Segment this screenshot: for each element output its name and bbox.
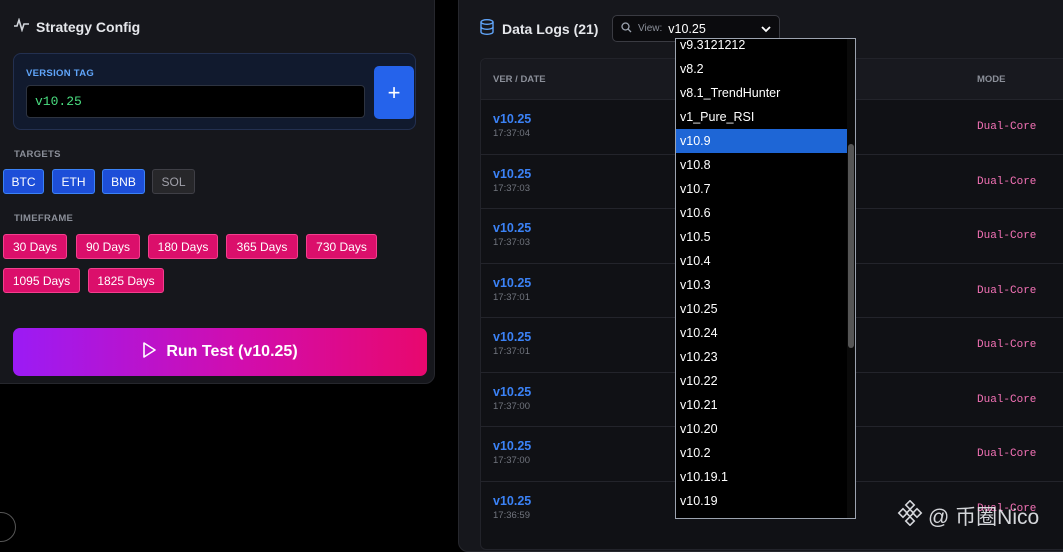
run-test-label: Run Test (v10.25) xyxy=(166,343,298,360)
dropdown-option[interactable]: v10.9 xyxy=(676,129,847,153)
dropdown-option[interactable]: v10.19.1 xyxy=(676,465,847,489)
row-time: 17:37:01 xyxy=(493,291,530,303)
dropdown-option[interactable]: v10.6 xyxy=(676,201,847,225)
header-mode: MODE xyxy=(977,74,1006,85)
dropdown-option[interactable]: v10.8 xyxy=(676,153,847,177)
version-dropdown-list[interactable]: v9.3121212 v8.2 v8.1_TrendHunter v1_Pure_RS… xyxy=(675,38,856,519)
row-time: 17:37:03 xyxy=(493,237,530,248)
dropdown-option[interactable]: v10.25 xyxy=(676,297,847,321)
row-version[interactable]: v10.25 xyxy=(493,330,531,344)
row-version[interactable]: v10.25 xyxy=(493,167,531,181)
target-chip-btc[interactable]: BTC xyxy=(3,169,44,194)
row-version[interactable]: v10.25 xyxy=(493,439,531,453)
dropdown-option[interactable]: v8.1_TrendHunter xyxy=(676,81,847,105)
dropdown-option[interactable]: v1_Pure_RSI xyxy=(676,105,847,129)
row-time: 17:37:00 xyxy=(493,455,530,466)
row-version[interactable]: v10.25 xyxy=(493,221,531,235)
target-chip-bnb[interactable]: BNB xyxy=(102,169,145,194)
version-tag-input[interactable] xyxy=(26,85,365,118)
add-version-button[interactable]: + xyxy=(374,66,414,119)
version-tag-box: VERSION TAG + xyxy=(13,53,416,130)
version-tag-label: VERSION TAG xyxy=(26,68,95,79)
row-version[interactable]: v10.25 xyxy=(493,112,531,126)
dropdown-option[interactable]: v10.5 xyxy=(676,225,847,249)
row-mode: Dual-Core xyxy=(977,121,1037,133)
dropdown-option[interactable]: v10.3 xyxy=(676,273,847,297)
dropdown-option[interactable]: v10.22 xyxy=(676,369,847,393)
activity-icon xyxy=(14,17,29,35)
timeframe-chip-1095[interactable]: 1095 Days xyxy=(3,268,80,293)
row-time: 17:36:59 xyxy=(493,509,530,521)
data-logs-title: Data Logs (21) xyxy=(502,20,599,37)
timeframe-chip-365[interactable]: 365 Days xyxy=(226,234,298,259)
row-mode: Dual-Core xyxy=(977,393,1037,406)
watermark-text: @ 币圈Nico xyxy=(928,506,1040,529)
dropdown-option[interactable]: v8.2 xyxy=(676,57,847,81)
target-chip-eth[interactable]: ETH xyxy=(52,169,95,194)
targets-label: TARGETS xyxy=(14,149,61,160)
dropdown-option[interactable]: v10.19 xyxy=(676,489,847,513)
row-version[interactable]: v10.25 xyxy=(493,276,531,290)
strategy-config-header: Strategy Config xyxy=(14,17,141,35)
row-time: 17:37:03 xyxy=(493,182,530,194)
strategy-config-title: Strategy Config xyxy=(36,18,141,35)
row-mode: Dual-Core xyxy=(977,284,1037,297)
chevron-down-icon xyxy=(761,20,771,38)
row-time: 17:37:04 xyxy=(493,128,530,139)
dropdown-option[interactable]: v10.7 xyxy=(676,177,847,201)
row-mode: Dual-Core xyxy=(977,448,1037,460)
row-mode: Dual-Core xyxy=(977,230,1037,242)
dropdown-option[interactable]: v10.2 xyxy=(676,441,847,465)
timeframe-chip-1825[interactable]: 1825 Days xyxy=(88,268,164,293)
dropdown-option[interactable]: v10.20 xyxy=(676,417,847,441)
timeframe-chip-90[interactable]: 90 Days xyxy=(76,234,140,259)
watermark: @ 币圈Nico xyxy=(897,499,1040,532)
header-ver-date: VER / DATE xyxy=(493,74,546,85)
search-icon xyxy=(621,20,632,38)
dropdown-option[interactable]: v9.3121212 xyxy=(676,39,847,57)
timeframe-label: TIMEFRAME xyxy=(14,213,74,224)
view-selected-value: v10.25 xyxy=(668,21,706,36)
target-chip-sol[interactable]: SOL xyxy=(152,169,195,194)
play-icon xyxy=(142,341,157,363)
dropdown-option[interactable]: v10.21 xyxy=(676,393,847,417)
run-test-button[interactable]: Run Test (v10.25) xyxy=(13,328,427,376)
binance-logo-icon xyxy=(897,499,923,532)
data-logs-header: Data Logs (21) xyxy=(480,19,598,38)
row-mode: Dual-Core xyxy=(977,175,1037,188)
row-mode: Dual-Core xyxy=(977,339,1037,351)
timeframe-chip-180[interactable]: 180 Days xyxy=(148,234,218,259)
dropdown-option[interactable]: v10.4 xyxy=(676,249,847,273)
corner-logo-icon xyxy=(0,512,16,542)
dropdown-scrollbar-thumb[interactable] xyxy=(848,144,854,348)
view-label: View: xyxy=(638,23,663,34)
row-version[interactable]: v10.25 xyxy=(493,385,531,399)
row-time: 17:37:01 xyxy=(493,346,530,357)
timeframe-chip-30[interactable]: 30 Days xyxy=(3,234,67,259)
dropdown-option[interactable]: v10.24 xyxy=(676,321,847,345)
row-version[interactable]: v10.25 xyxy=(493,494,531,508)
database-icon xyxy=(480,19,494,38)
dropdown-option[interactable]: v10.23 xyxy=(676,345,847,369)
row-time: 17:37:00 xyxy=(493,400,530,412)
timeframe-chip-730[interactable]: 730 Days xyxy=(306,234,377,259)
